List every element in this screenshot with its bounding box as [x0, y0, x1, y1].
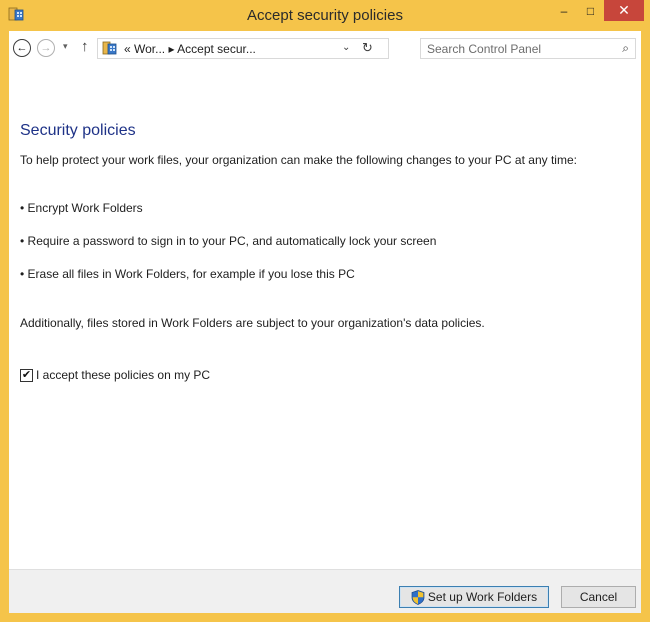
close-button[interactable]: ✕ — [604, 0, 644, 21]
minimize-icon: – — [560, 3, 568, 18]
checkmark-icon[interactable]: ✔ — [20, 368, 33, 382]
additional-note: Additionally, files stored in Work Folde… — [20, 316, 485, 330]
content-area: Security policies To help protect your w… — [9, 64, 641, 569]
cancel-button[interactable]: Cancel — [561, 586, 636, 608]
policy-item: • Encrypt Work Folders — [20, 201, 143, 215]
maximize-icon: □ — [586, 3, 595, 18]
policy-item: • Require a password to sign in to your … — [20, 234, 437, 248]
close-icon: ✕ — [618, 2, 630, 18]
accept-policies-label[interactable]: I accept these policies on my PC — [36, 368, 210, 382]
address-dropdown-button[interactable]: ⌄ — [342, 42, 350, 53]
window-client: ← → ▾ ↑ « Wor... ▸ Accept secur... ⌄ ↻ S… — [9, 31, 641, 613]
set-up-work-folders-label: Set up Work Folders — [427, 590, 538, 604]
policy-item: • Erase all files in Work Folders, for e… — [20, 267, 355, 281]
back-icon: ← — [16, 41, 28, 54]
control-panel-icon — [102, 41, 117, 55]
search-input[interactable] — [427, 41, 607, 56]
search-icon[interactable]: ⌕ — [622, 41, 629, 56]
uac-shield-icon — [411, 589, 425, 605]
page-title: Security policies — [20, 122, 136, 139]
navigation-bar: ← → ▾ ↑ « Wor... ▸ Accept secur... ⌄ ↻ S… — [9, 31, 641, 64]
recent-locations-button[interactable]: ▾ — [63, 41, 68, 52]
up-arrow-icon: ↑ — [81, 38, 89, 55]
title-bar[interactable]: Accept security policies – □ ✕ — [0, 0, 650, 31]
maximize-button[interactable]: □ — [577, 0, 604, 21]
window: Accept security policies – □ ✕ ← → ▾ ↑ «… — [0, 0, 650, 622]
back-button[interactable]: ← — [13, 39, 31, 57]
set-up-work-folders-button[interactable]: Set up Work Folders — [399, 586, 549, 608]
intro-text: To help protect your work files, your or… — [20, 153, 577, 167]
forward-icon: → — [40, 41, 52, 54]
button-bar: Set up Work Folders Cancel — [9, 569, 641, 613]
address-bar[interactable]: « Wor... ▸ Accept secur... ⌄ ↻ — [97, 38, 389, 59]
accept-policies-checkbox[interactable]: ✔ I accept these policies on my PC — [20, 368, 210, 382]
minimize-button[interactable]: – — [551, 0, 577, 21]
up-button[interactable]: ↑ — [81, 38, 89, 55]
forward-button[interactable]: → — [37, 39, 55, 57]
search-box[interactable]: ⌕ — [420, 38, 636, 59]
breadcrumb[interactable]: « Wor... ▸ Accept secur... — [124, 42, 256, 56]
refresh-icon[interactable]: ↻ — [362, 40, 373, 56]
